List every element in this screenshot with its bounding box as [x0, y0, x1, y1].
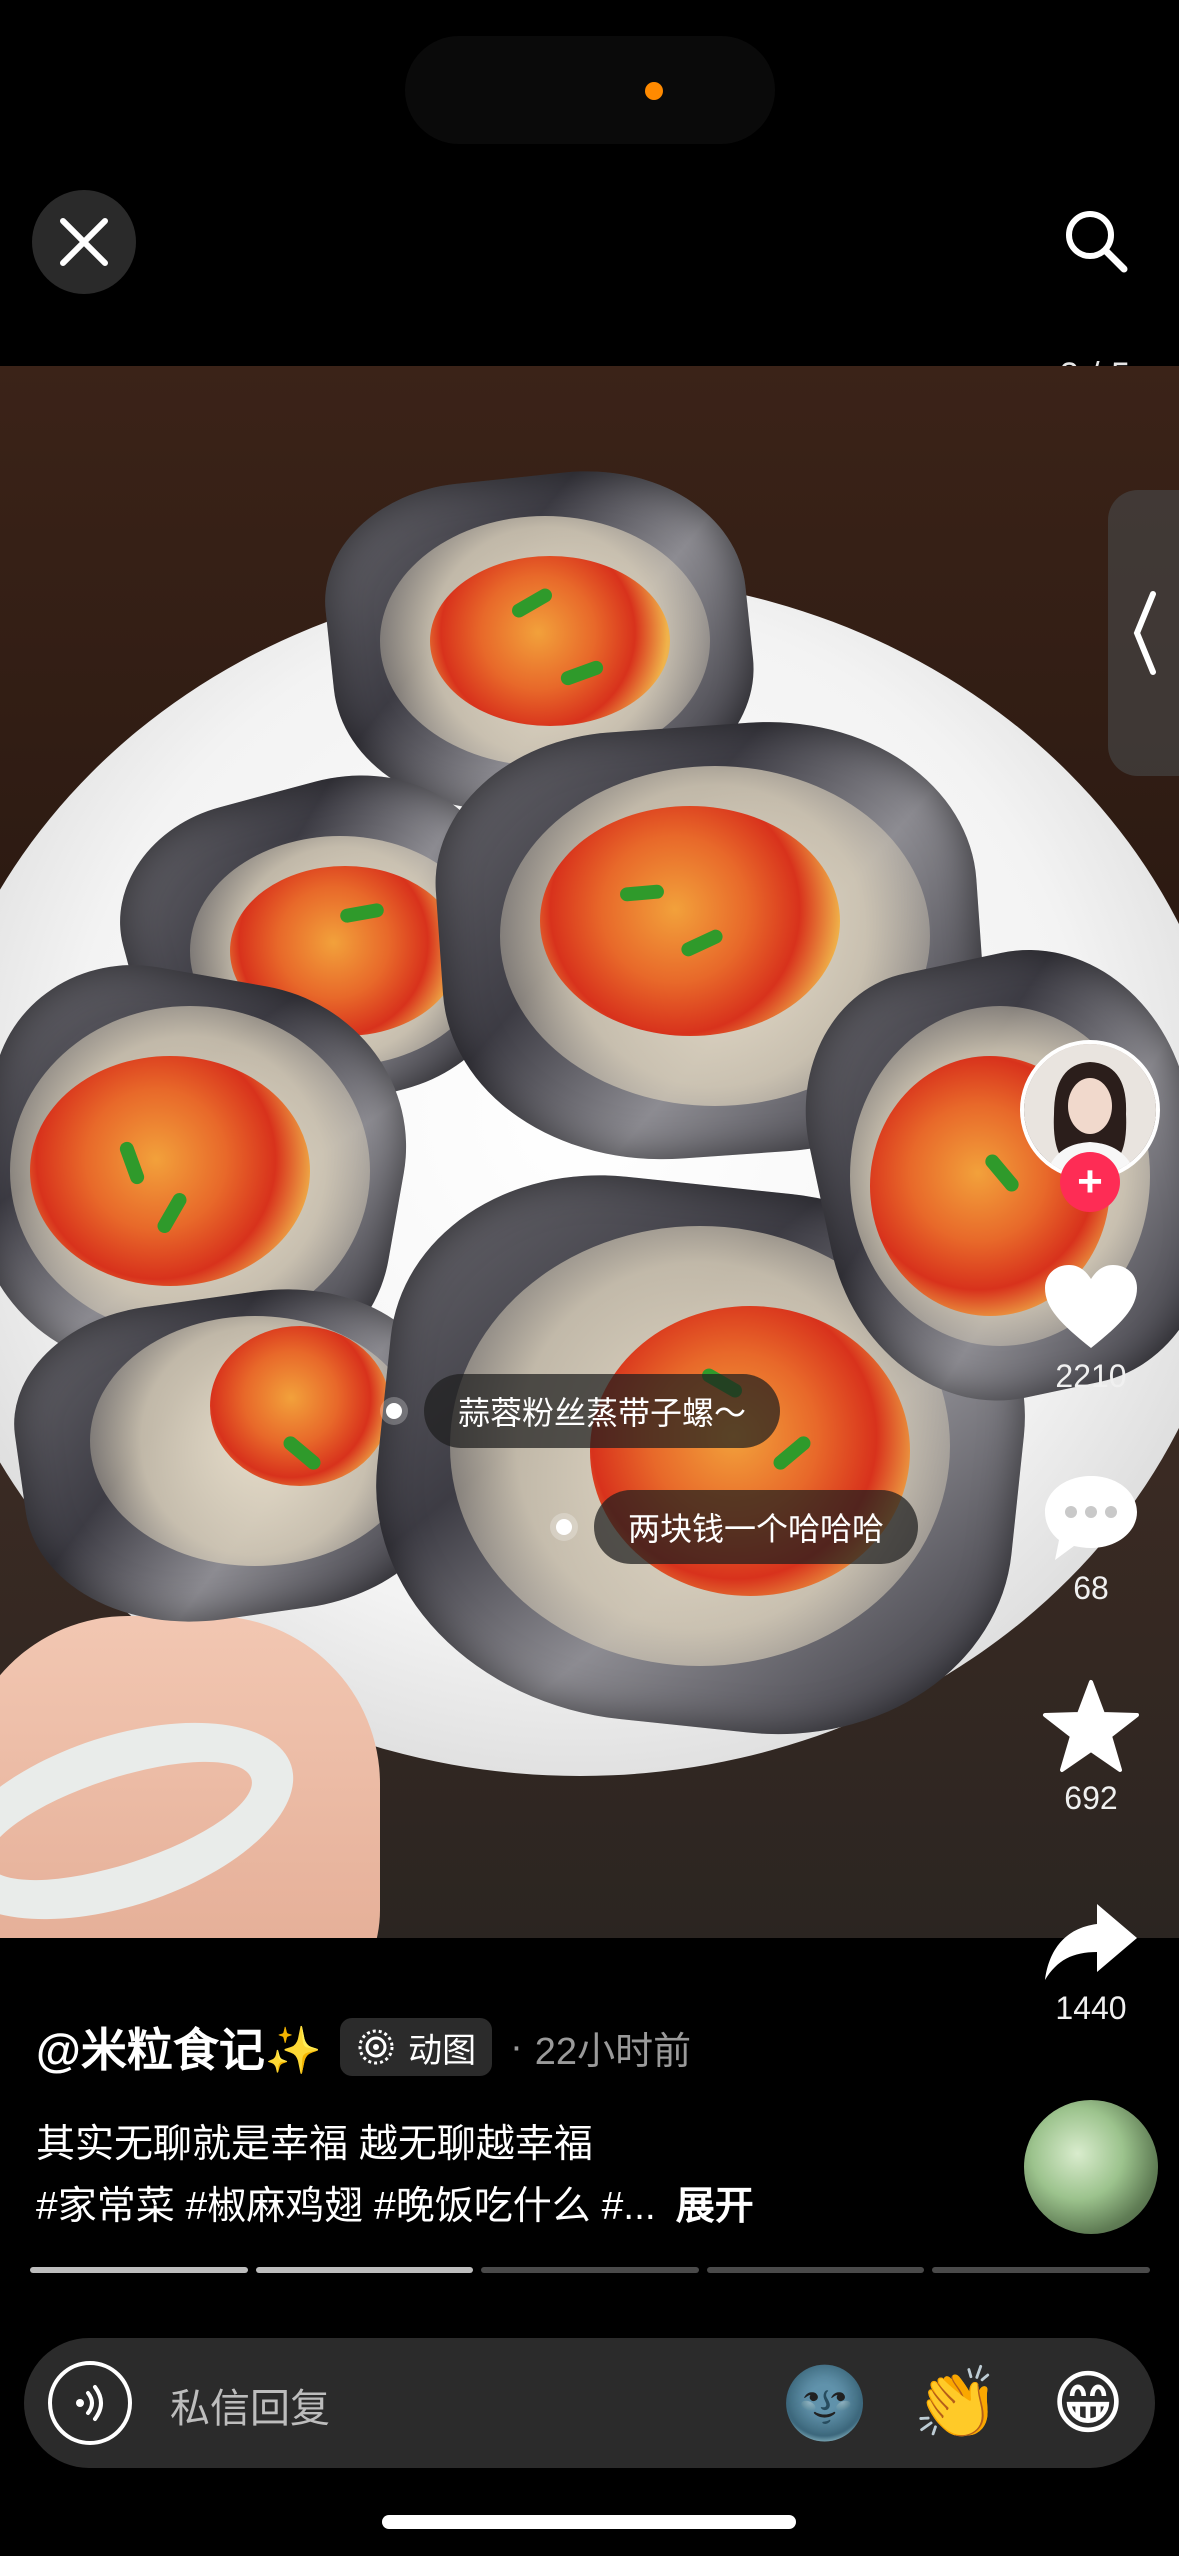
- like-button[interactable]: 2210: [1031, 1262, 1151, 1395]
- tag-dot: [386, 1403, 402, 1419]
- author-row: @米粒食记✨ 动图 · 22小时前: [36, 2010, 691, 2084]
- progress-segment: [30, 2267, 248, 2273]
- photo-tag-2[interactable]: 两块钱一个哈哈哈: [556, 1490, 919, 1564]
- post-time: 22小时前: [534, 2030, 692, 2073]
- photo-tag-1[interactable]: 蒜蓉粉丝蒸带子螺～: [386, 1374, 781, 1448]
- search-icon: [1066, 211, 1128, 273]
- topping: [430, 556, 670, 726]
- comment-count: 68: [1073, 1570, 1109, 1606]
- separator: ·: [510, 2025, 523, 2068]
- heart-icon: [1045, 1265, 1137, 1348]
- emoji-clapping-hands[interactable]: 👏: [913, 2360, 1000, 2446]
- post-photo[interactable]: 蒜蓉粉丝蒸带子螺～ 两块钱一个哈哈哈: [0, 366, 1179, 1938]
- comment-icon: [1045, 1476, 1137, 1560]
- share-icon: [1045, 1904, 1137, 1980]
- side-panel-handle[interactable]: [1108, 490, 1179, 776]
- topping: [30, 1056, 310, 1286]
- caption-line-1: 其实无聊就是幸福 越无聊越幸福: [36, 2123, 593, 2166]
- follow-button[interactable]: +: [1060, 1152, 1120, 1212]
- share-count: 1440: [1055, 1990, 1127, 2026]
- author-name[interactable]: @米粒食记✨: [36, 2014, 322, 2080]
- reply-input[interactable]: 私信回复: [170, 2376, 330, 2434]
- live-photo-icon: [358, 2029, 394, 2065]
- search-button[interactable]: [1050, 195, 1142, 287]
- emoji-new-moon-face[interactable]: 🌚: [781, 2360, 868, 2446]
- like-count: 2210: [1055, 1358, 1127, 1394]
- camera-indicator: [645, 82, 663, 100]
- progress-segment: [932, 2267, 1150, 2273]
- favorite-button[interactable]: 692: [1031, 1678, 1151, 1817]
- home-indicator: [382, 2515, 796, 2529]
- comment-button[interactable]: 68: [1031, 1472, 1151, 1607]
- close-button[interactable]: [32, 190, 136, 294]
- tag-label: 两块钱一个哈哈哈: [594, 1490, 919, 1564]
- chevron-left-icon: [1133, 591, 1156, 675]
- live-photo-badge[interactable]: 动图: [340, 2018, 493, 2076]
- topping: [210, 1326, 390, 1486]
- emoji-grinning-face[interactable]: 😁: [1045, 2360, 1131, 2446]
- image-progress: [30, 2267, 1150, 2273]
- voice-button[interactable]: [48, 2361, 132, 2445]
- progress-segment: [706, 2267, 925, 2273]
- progress-segment: [481, 2267, 699, 2273]
- caption-line-2: #家常菜 #椒麻鸡翅 #晚饭吃什么 #... 展开: [36, 2176, 996, 2238]
- close-icon: [60, 218, 108, 266]
- music-disc[interactable]: [1024, 2100, 1158, 2234]
- live-photo-label: 动图: [408, 2031, 477, 2070]
- dynamic-island: [405, 36, 775, 144]
- tag-label: 蒜蓉粉丝蒸带子螺～: [424, 1374, 781, 1448]
- topping: [540, 806, 840, 1036]
- favorite-count: 692: [1064, 1780, 1118, 1816]
- voice-icon: [76, 2385, 103, 2421]
- progress-segment: [255, 2267, 474, 2273]
- star-icon: [1043, 1680, 1139, 1772]
- tag-dot: [556, 1519, 572, 1535]
- post-caption[interactable]: 其实无聊就是幸福 越无聊越幸福 #家常菜 #椒麻鸡翅 #晚饭吃什么 #... 展开: [36, 2114, 996, 2238]
- hashtags[interactable]: #家常菜 #椒麻鸡翅 #晚饭吃什么 #...: [36, 2185, 656, 2228]
- expand-button[interactable]: 展开: [676, 2185, 754, 2228]
- share-button[interactable]: 1440: [1031, 1898, 1151, 2027]
